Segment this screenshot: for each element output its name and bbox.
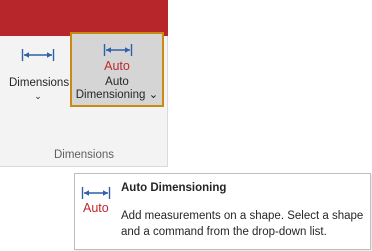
dimensions-button-label: Dimensions (9, 77, 70, 89)
tooltip-description: Add measurements on a shape. Select a sh… (121, 210, 364, 238)
auto-dimension-icon (81, 187, 111, 199)
tooltip-title: Auto Dimensioning (121, 182, 227, 194)
dimension-line-icon (103, 44, 133, 56)
chevron-down-icon: ⌄ (34, 91, 42, 101)
auto-dimensioning-label-line1: Auto (105, 76, 129, 88)
auto-dimensioning-button[interactable]: Auto Auto Dimensioning ⌄ (70, 32, 164, 107)
dimensions-button[interactable]: Dimensions ⌄ (9, 36, 70, 104)
dimension-line-icon (21, 49, 55, 61)
tooltip: Auto Auto Dimensioning Add measurements … (74, 173, 371, 250)
auto-icon-caption: Auto (104, 59, 130, 73)
auto-dimensioning-label-line2: Dimensioning ⌄ (75, 89, 159, 101)
app-title-band (0, 0, 168, 36)
ribbon-group-label: Dimensions (53, 149, 115, 161)
tooltip-icon-caption: Auto (83, 201, 109, 215)
